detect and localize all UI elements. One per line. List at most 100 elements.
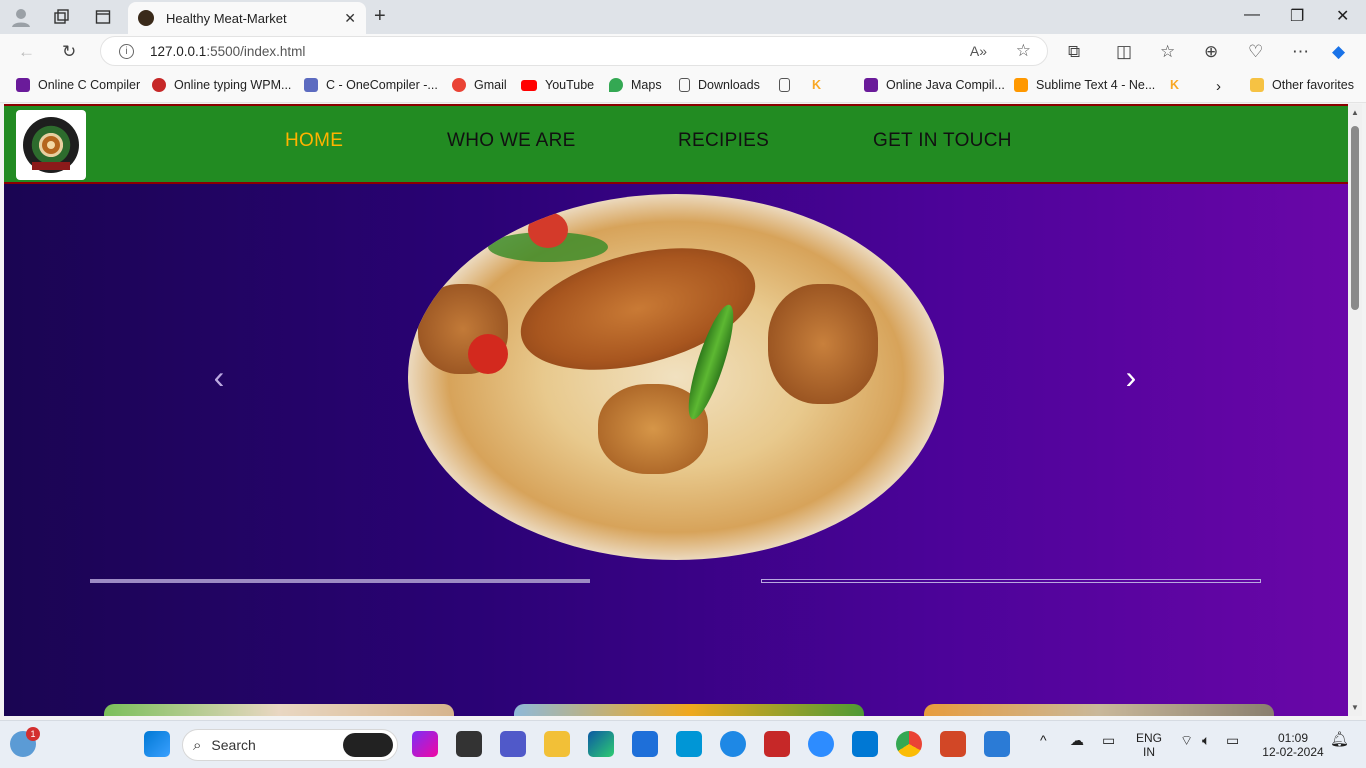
bookmark-label: Downloads: [698, 78, 760, 92]
site-info-icon[interactable]: i: [119, 43, 134, 59]
read-aloud-icon[interactable]: A»: [970, 43, 987, 59]
more-menu-icon[interactable]: ⋯: [1292, 42, 1309, 62]
clock[interactable]: 01:09 12-02-2024: [1258, 731, 1328, 759]
vscode-icon[interactable]: [852, 731, 878, 757]
page-icon: [779, 78, 790, 92]
tab-title: Healthy Meat-Market: [166, 10, 287, 26]
close-window-button[interactable]: ✕: [1336, 6, 1349, 26]
site-header: HOME WHO WE ARE RECIPIES GET IN TOUCH: [4, 104, 1348, 184]
recipe-card[interactable]: [924, 704, 1274, 716]
search-icon: ⌕: [193, 736, 202, 754]
more-bookmarks-chevron-icon[interactable]: ›: [1216, 78, 1221, 95]
bookmark-online-java[interactable]: Online Java Compil...: [864, 78, 1005, 92]
bookmark-maps[interactable]: Maps: [609, 78, 662, 92]
bookmark-k[interactable]: K: [812, 78, 821, 92]
bookmark-icon: [864, 78, 878, 92]
bookmark-label: YouTube: [545, 78, 595, 92]
webpage-viewport: HOME WHO WE ARE RECIPIES GET IN TOUCH ‹ …: [4, 104, 1348, 716]
zoom-icon[interactable]: [808, 731, 834, 757]
volume-icon[interactable]: 🔈︎: [1202, 733, 1210, 747]
back-button[interactable]: ←: [18, 42, 35, 62]
teams-icon[interactable]: [500, 731, 526, 757]
collections-icon[interactable]: ⊕: [1204, 42, 1218, 62]
carousel-prev-icon[interactable]: ‹: [210, 359, 228, 395]
nav-recipes[interactable]: RECIPIES: [678, 130, 769, 152]
workspaces-icon[interactable]: [50, 6, 72, 28]
nav-who-we-are[interactable]: WHO WE ARE: [447, 130, 576, 152]
bookmark-onecompiler[interactable]: C - OneCompiler -...: [304, 78, 438, 92]
google-icon: [452, 78, 466, 92]
bookmark-k2[interactable]: K: [1170, 78, 1179, 92]
file-explorer-icon[interactable]: [544, 731, 570, 757]
scroll-down-icon[interactable]: ▼: [1351, 703, 1359, 712]
language-indicator[interactable]: ENG IN: [1136, 731, 1162, 759]
bookmark-icon: [152, 78, 166, 92]
get-help-icon[interactable]: [720, 731, 746, 757]
tablet-icon[interactable]: ▭: [1102, 733, 1115, 747]
restore-button[interactable]: ❐: [1290, 6, 1304, 26]
recipe-card[interactable]: [104, 704, 454, 716]
notifications-bell-icon[interactable]: 🔔︎: [1330, 732, 1349, 747]
vertical-tabs-icon[interactable]: [92, 6, 114, 28]
tab-healthy-meat-market[interactable]: Healthy Meat-Market ✕: [128, 2, 366, 34]
refresh-button[interactable]: ↻: [62, 42, 76, 62]
bookmark-untitled[interactable]: [779, 78, 798, 92]
carousel-next-icon[interactable]: ›: [1122, 359, 1140, 395]
profile-icon[interactable]: [10, 6, 32, 28]
favorites-icon[interactable]: ☆: [1160, 42, 1175, 62]
scrollbar-thumb[interactable]: [1351, 126, 1359, 310]
copilot-search-icon[interactable]: [343, 733, 393, 757]
start-button-windows-icon[interactable]: [144, 731, 170, 757]
bookmark-label: C - OneCompiler -...: [326, 78, 438, 92]
weather-widget-icon[interactable]: 1: [10, 727, 40, 757]
carousel-indicator-active[interactable]: [90, 579, 590, 583]
bookmark-youtube[interactable]: YouTube: [521, 78, 594, 92]
task-view-icon[interactable]: [456, 731, 482, 757]
favorite-star-icon[interactable]: ☆: [1016, 41, 1031, 61]
battery-icon[interactable]: ▭: [1226, 733, 1239, 747]
other-favorites-label: Other favorites: [1272, 78, 1354, 92]
scroll-up-icon[interactable]: ▲: [1351, 108, 1359, 117]
onedrive-icon[interactable]: ☁: [1070, 733, 1084, 747]
carousel-slide-image: [408, 194, 944, 560]
bookmark-online-typing[interactable]: Online typing WPM...: [152, 78, 291, 92]
photos-icon[interactable]: [984, 731, 1010, 757]
copilot-preview-icon[interactable]: [412, 731, 438, 757]
taskbar-search[interactable]: ⌕ Search: [182, 729, 398, 761]
bookmark-gmail[interactable]: Gmail: [452, 78, 507, 92]
powerpoint-icon[interactable]: [940, 731, 966, 757]
show-hidden-icons-chevron-icon[interactable]: ^: [1040, 733, 1047, 747]
bookmark-label: Maps: [631, 78, 662, 92]
bookmark-label: Gmail: [474, 78, 507, 92]
chrome-icon[interactable]: [896, 731, 922, 757]
clock-time: 01:09: [1277, 731, 1309, 745]
close-tab-icon[interactable]: ✕: [344, 10, 356, 27]
bookmark-label: K: [1170, 78, 1180, 92]
bookmark-sublime[interactable]: Sublime Text 4 - Ne...: [1014, 78, 1155, 92]
page-scrollbar[interactable]: ▲ ▼: [1348, 104, 1362, 716]
nav-get-in-touch[interactable]: GET IN TOUCH: [873, 130, 1012, 152]
site-logo[interactable]: [16, 110, 86, 180]
ms-store-icon[interactable]: [632, 731, 658, 757]
minimize-button[interactable]: —: [1244, 6, 1260, 24]
folder-icon: [1250, 78, 1264, 92]
split-screen-icon[interactable]: ◫: [1116, 42, 1132, 62]
myhp-icon[interactable]: [676, 731, 702, 757]
copilot-icon[interactable]: ◆: [1332, 42, 1345, 62]
carousel-indicator[interactable]: [761, 579, 1261, 583]
bookmark-icon: [304, 78, 318, 92]
recipe-card[interactable]: [514, 704, 864, 716]
other-favorites-folder[interactable]: Other favorites: [1250, 78, 1354, 92]
wifi-icon[interactable]: ⌔: [1180, 733, 1193, 747]
new-tab-button[interactable]: +: [374, 5, 386, 28]
browser-essentials-icon[interactable]: ♡: [1248, 42, 1263, 62]
extensions-icon[interactable]: ⧉: [1068, 42, 1080, 62]
edge-icon[interactable]: [588, 731, 614, 757]
nav-home[interactable]: HOME: [285, 130, 343, 152]
url-bar[interactable]: i 127.0.0.1:5500/index.html A» ☆: [100, 36, 1048, 66]
bookmark-online-c-compiler[interactable]: Online C Compiler: [16, 78, 140, 92]
bookmark-downloads[interactable]: Downloads: [679, 78, 760, 92]
search-placeholder: Search: [211, 737, 256, 753]
language-code: ENG: [1136, 731, 1163, 745]
mcafee-icon[interactable]: [764, 731, 790, 757]
